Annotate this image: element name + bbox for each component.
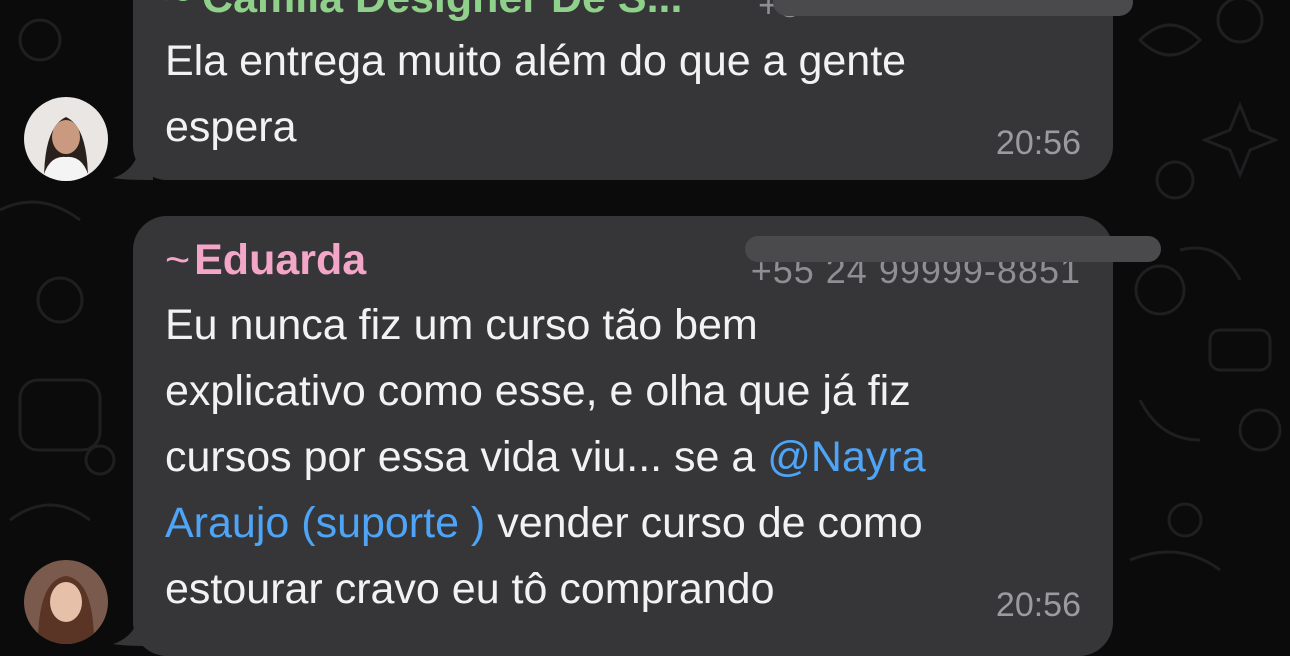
redaction-bar [745,236,1161,262]
message-line: Ela entrega muito além do que a gente [165,37,907,85]
message-line-text: cursos por essa vida viu... se a [165,433,768,481]
sender-name[interactable]: ~Eduarda [165,236,366,285]
message-text: Ela entrega muito além do que a gente es… [165,28,906,160]
woman-avatar-icon [24,560,108,644]
sender-name-text: Eduarda [194,236,367,284]
message-time: 20:56 [995,586,1081,624]
message-bubble[interactable]: ~Eduarda +55 24 99999-8851 Eu nunca fiz … [113,216,1161,656]
message-time: 20:56 [995,124,1081,162]
bubble-tail [113,140,153,180]
sender-name[interactable]: ~ Camila Designer De S... [165,0,682,23]
redaction-bar [773,0,1133,16]
message-line: Eu nunca fiz um curso tão bem [165,301,758,349]
message-line: Araujo (suporte ) vender curso de como [165,490,926,556]
avatar[interactable] [24,97,108,181]
message-line: estourar cravo eu tô comprando [165,565,775,613]
avatar[interactable] [24,560,108,644]
message-line: cursos por essa vida viu... se a @Nayra [165,424,926,490]
message-text: Eu nunca fiz um curso tão bem explicativ… [165,292,926,622]
message-line: espera [165,103,297,151]
woman-avatar-icon [24,97,108,181]
message-line-text: vender curso de como [485,499,923,547]
message-bubble[interactable]: ~ Camila Designer De S... +5 Ela entrega… [113,0,1133,180]
bubble-tail [113,606,153,646]
mention-link[interactable]: Araujo (suporte ) [165,499,485,547]
mention-link[interactable]: @Nayra [767,433,925,481]
message-line: explicativo como esse, e olha que já fiz [165,367,911,415]
sender-tilde: ~ [165,236,191,284]
